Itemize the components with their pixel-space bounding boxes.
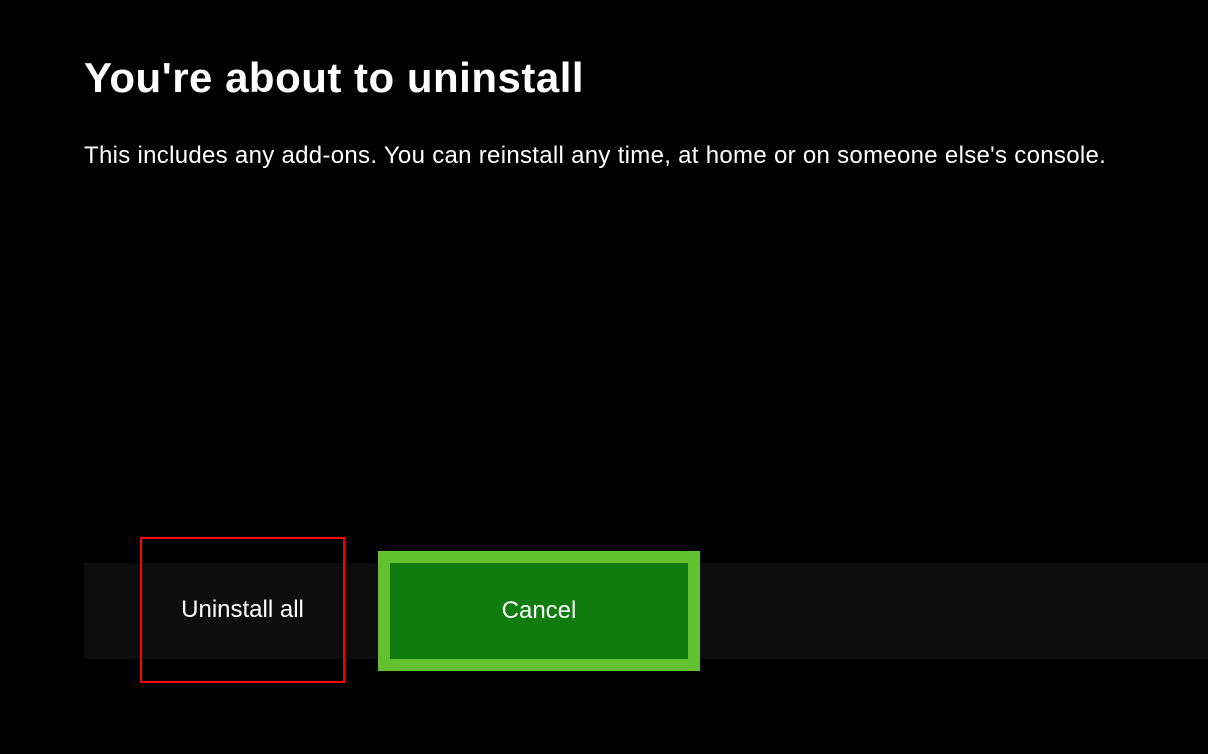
dialog-description: This includes any add-ons. You can reins… xyxy=(84,142,1124,170)
dialog-title: You're about to uninstall xyxy=(84,54,1124,102)
cancel-button[interactable]: Cancel xyxy=(378,551,700,671)
cancel-button-label: Cancel xyxy=(502,597,577,625)
dialog-content: You're about to uninstall This includes … xyxy=(0,0,1208,170)
uninstall-button-label: Uninstall all xyxy=(181,596,304,624)
cancel-button-inner: Cancel xyxy=(390,563,688,659)
uninstall-all-button[interactable]: Uninstall all xyxy=(140,537,345,683)
